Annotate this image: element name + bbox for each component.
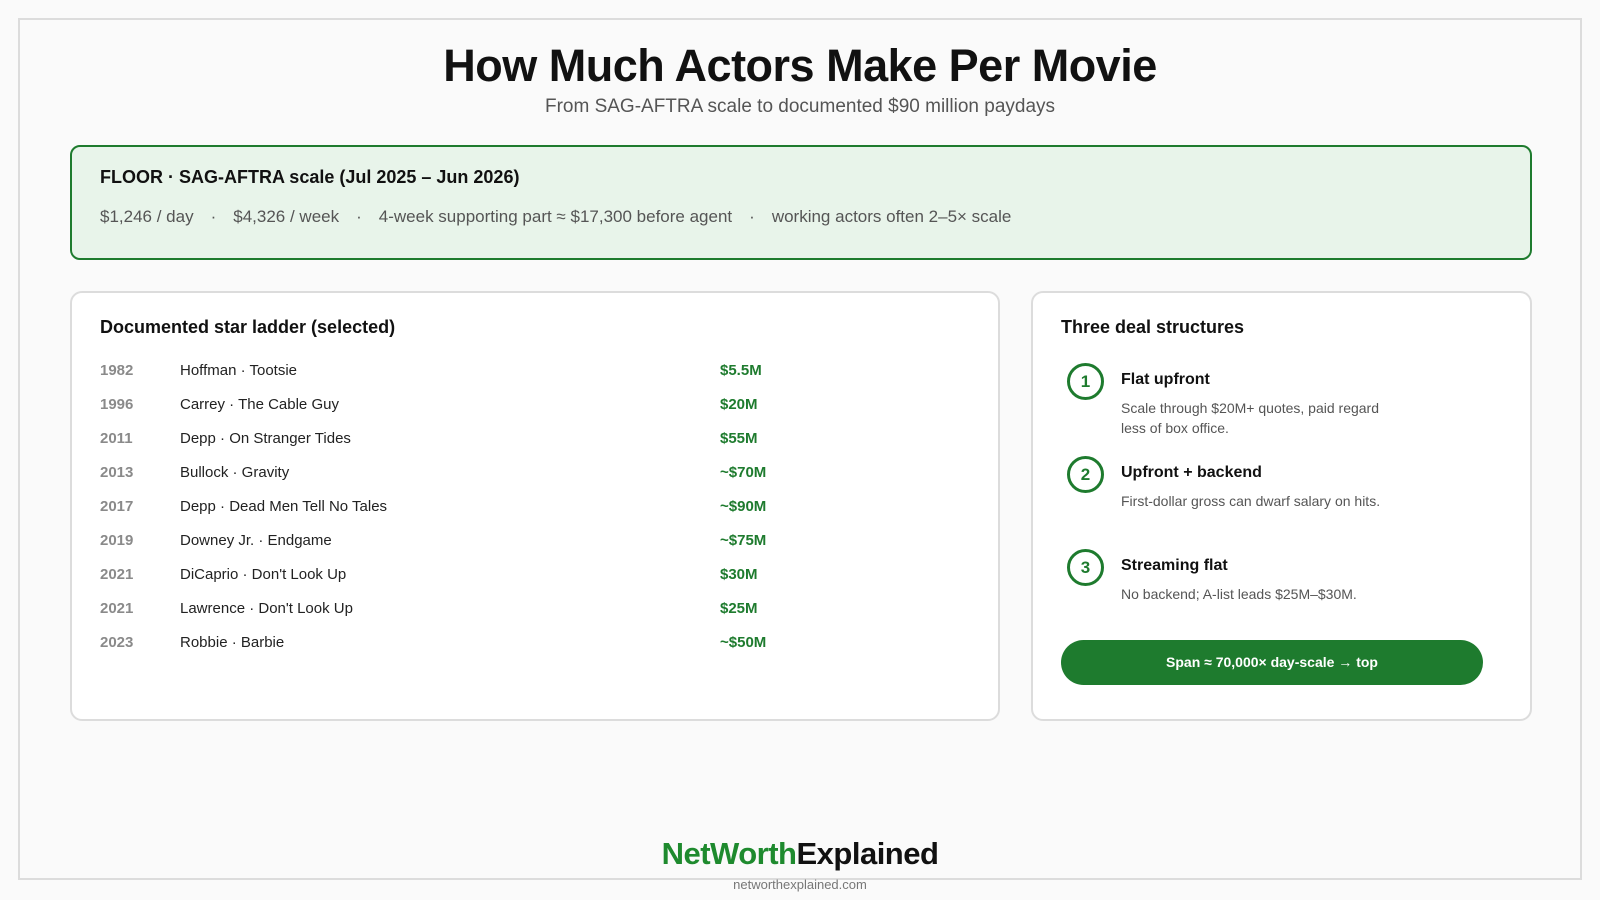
deal-description: Scale through $20M+ quotes, paid regardl… xyxy=(1121,400,1380,436)
star-ladder-title: Documented star ladder (selected) xyxy=(100,317,396,337)
ladder-row: 2019 Downey Jr. · Endgame ~$75M xyxy=(100,524,970,558)
deal-title: Flat upfront xyxy=(1121,371,1210,388)
ladder-film: Lawrence · Don't Look Up xyxy=(180,600,353,617)
brand-logo-part1: NetWorth xyxy=(661,836,797,871)
floor-details: $1,246 / day · $4,326 / week · 4-week suppor… xyxy=(100,207,1011,227)
deal-title: Upfront + backend xyxy=(1121,464,1262,481)
ladder-row: 1996 Carrey · The Cable Guy $20M xyxy=(100,388,970,422)
floor-separator: · xyxy=(356,207,362,226)
ladder-pay: $55M xyxy=(720,430,758,447)
deal-description: First-dollar gross can dwarf salary on h… xyxy=(1121,493,1381,509)
ladder-film: Depp · Dead Men Tell No Tales xyxy=(180,498,388,515)
ladder-film: Hoffman · Tootsie xyxy=(180,362,298,379)
ladder-film: Downey Jr. · Endgame xyxy=(180,532,332,549)
floor-banner: FLOOR · SAG-AFTRA scale (Jul 2025 – Jun … xyxy=(70,145,1532,260)
ladder-film: Depp · On Stranger Tides xyxy=(180,430,351,447)
floor-heading: FLOOR · SAG-AFTRA scale (Jul 2025 – Jun … xyxy=(100,167,520,187)
ladder-row: 2023 Robbie · Barbie ~$50M xyxy=(100,626,970,660)
ladder-pay: ~$50M xyxy=(720,634,767,651)
page-title: How Much Actors Make Per Movie xyxy=(443,40,1157,91)
star-ladder-panel: Documented star ladder (selected) 1982 H… xyxy=(70,291,1000,721)
ladder-film: Bullock · Gravity xyxy=(180,464,290,481)
deal-number-badge: 2 xyxy=(1067,456,1104,493)
span-badge: Span ≈ 70,000× day-scale → top xyxy=(1061,640,1483,685)
ladder-pay: ~$90M xyxy=(720,498,767,515)
ladder-year: 2013 xyxy=(100,464,134,481)
brand-logo: NetWorthExplained xyxy=(0,836,1600,872)
ladder-year: 2021 xyxy=(100,566,134,583)
ladder-pay: $20M xyxy=(720,396,758,413)
floor-separator: · xyxy=(210,207,217,226)
deal-number-badge: 1 xyxy=(1067,363,1104,400)
brand-logo-part2: Explained xyxy=(796,836,939,871)
ladder-row: 2021 DiCaprio · Don't Look Up $30M xyxy=(100,558,970,592)
ladder-year: 2011 xyxy=(100,430,133,447)
deal-description: No backend; A-list leads $25M–$30M. xyxy=(1121,586,1357,602)
floor-day-rate: $1,246 / day xyxy=(100,207,194,226)
deal-structures-title: Three deal structures xyxy=(1061,317,1245,337)
ladder-year: 2019 xyxy=(100,532,134,549)
site-url: networthexplained.com xyxy=(733,877,867,892)
floor-separator: · xyxy=(749,207,755,226)
deal-title: Streaming flat xyxy=(1121,557,1228,574)
ladder-row: 1982 Hoffman · Tootsie $5.5M xyxy=(100,354,970,388)
ladder-film: DiCaprio · Don't Look Up xyxy=(180,566,347,583)
ladder-row: 2013 Bullock · Gravity ~$70M xyxy=(100,456,970,490)
ladder-pay: ~$70M xyxy=(720,464,767,481)
ladder-year: 2017 xyxy=(100,498,134,515)
page-subtitle: From SAG-AFTRA scale to documented $90 m… xyxy=(544,96,1056,117)
floor-working-actors: working actors often 2–5× scale xyxy=(771,207,1012,226)
ladder-pay: $30M xyxy=(720,566,758,583)
ladder-year: 2023 xyxy=(100,634,134,651)
deal-structures-panel: Three deal structures 1 Flat upfront Sca… xyxy=(1031,291,1532,721)
ladder-film: Robbie · Barbie xyxy=(180,634,285,651)
star-ladder-list: 1982 Hoffman · Tootsie $5.5M 1996 Carrey… xyxy=(100,354,970,660)
floor-week-rate: $4,326 / week xyxy=(233,207,340,226)
ladder-year: 2021 xyxy=(100,600,134,617)
ladder-row: 2017 Depp · Dead Men Tell No Tales ~$90M xyxy=(100,490,970,524)
ladder-year: 1996 xyxy=(100,396,134,413)
ladder-pay: $5.5M xyxy=(720,362,762,379)
ladder-row: 2011 Depp · On Stranger Tides $55M xyxy=(100,422,970,456)
floor-supporting-part: 4-week supporting part ≈ $17,300 before … xyxy=(378,207,733,226)
ladder-year: 1982 xyxy=(100,362,134,379)
ladder-row: 2021 Lawrence · Don't Look Up $25M xyxy=(100,592,970,626)
deal-number-badge: 3 xyxy=(1067,549,1104,586)
ladder-film: Carrey · The Cable Guy xyxy=(180,396,339,413)
ladder-pay: $25M xyxy=(720,600,758,617)
ladder-pay: ~$75M xyxy=(720,532,767,549)
